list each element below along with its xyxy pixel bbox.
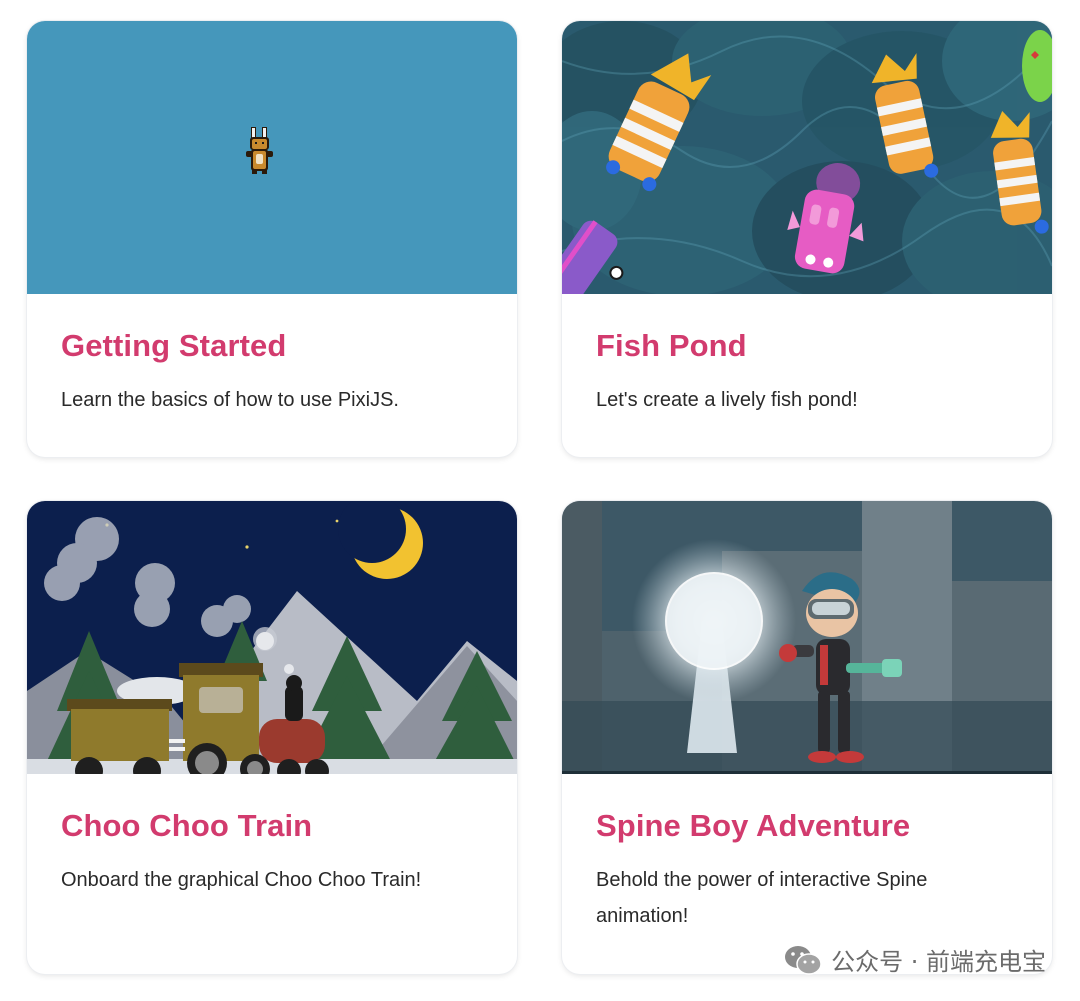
card-getting-started[interactable]: Getting Started Learn the basics of how …: [27, 21, 517, 457]
card-description: Onboard the graphical Choo Choo Train!: [61, 869, 422, 891]
card-thumbnail-spine-boy-adventure: [562, 501, 1052, 774]
card-title: Spine Boy Adventure: [596, 808, 911, 843]
card-title: Fish Pond: [596, 328, 747, 363]
card-spine-boy-adventure[interactable]: Spine Boy Adventure Behold the power of …: [562, 501, 1052, 974]
card-title: Choo Choo Train: [61, 808, 313, 843]
card-fish-pond[interactable]: Fish Pond Let's create a lively fish pon…: [562, 21, 1052, 457]
card-thumbnail-getting-started: [27, 21, 517, 294]
card-choo-choo-train[interactable]: Choo Choo Train Onboard the graphical Ch…: [27, 501, 517, 974]
card-description: Behold the power of interactive Spine an…: [596, 869, 928, 927]
card-description: Learn the basics of how to use PixiJS.: [61, 389, 399, 411]
card-title: Getting Started: [61, 328, 287, 363]
watermark: 公众号 · 前端充电宝: [783, 942, 1046, 977]
card-thumbnail-fish-pond: [562, 21, 1052, 294]
card-description: Let's create a lively fish pond!: [596, 389, 858, 411]
card-thumbnail-choo-choo-train: [27, 501, 517, 774]
wechat-icon: [785, 945, 822, 975]
watermark-text: 公众号 · 前端充电宝: [831, 948, 1046, 976]
